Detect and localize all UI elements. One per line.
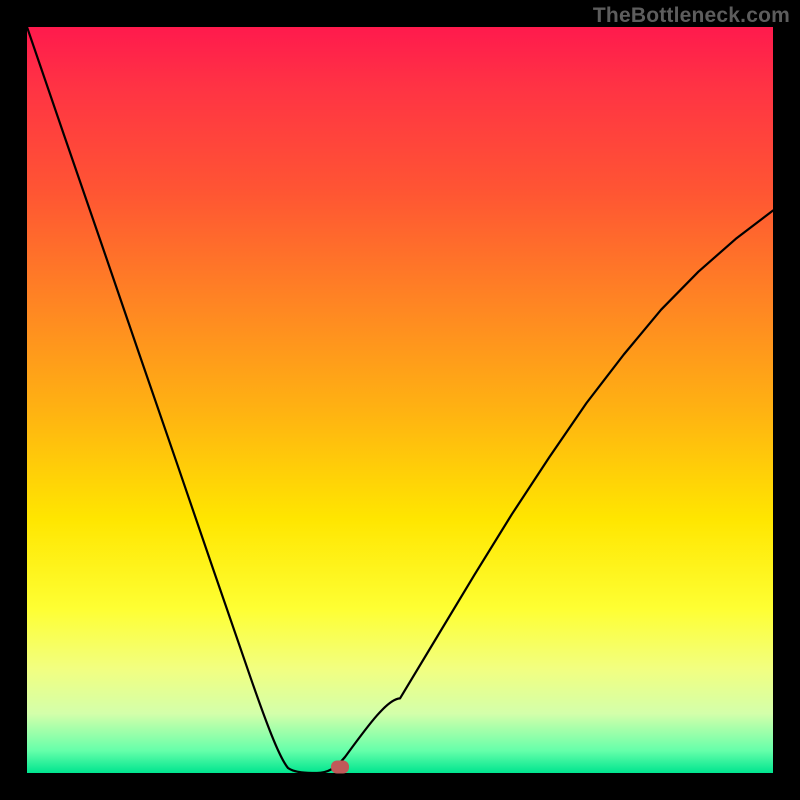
optimal-point-marker — [331, 761, 349, 774]
bottleneck-curve — [27, 27, 773, 773]
chart-frame: TheBottleneck.com — [0, 0, 800, 800]
plot-area — [27, 27, 773, 773]
watermark-text: TheBottleneck.com — [593, 4, 790, 28]
curve-path — [27, 27, 773, 773]
